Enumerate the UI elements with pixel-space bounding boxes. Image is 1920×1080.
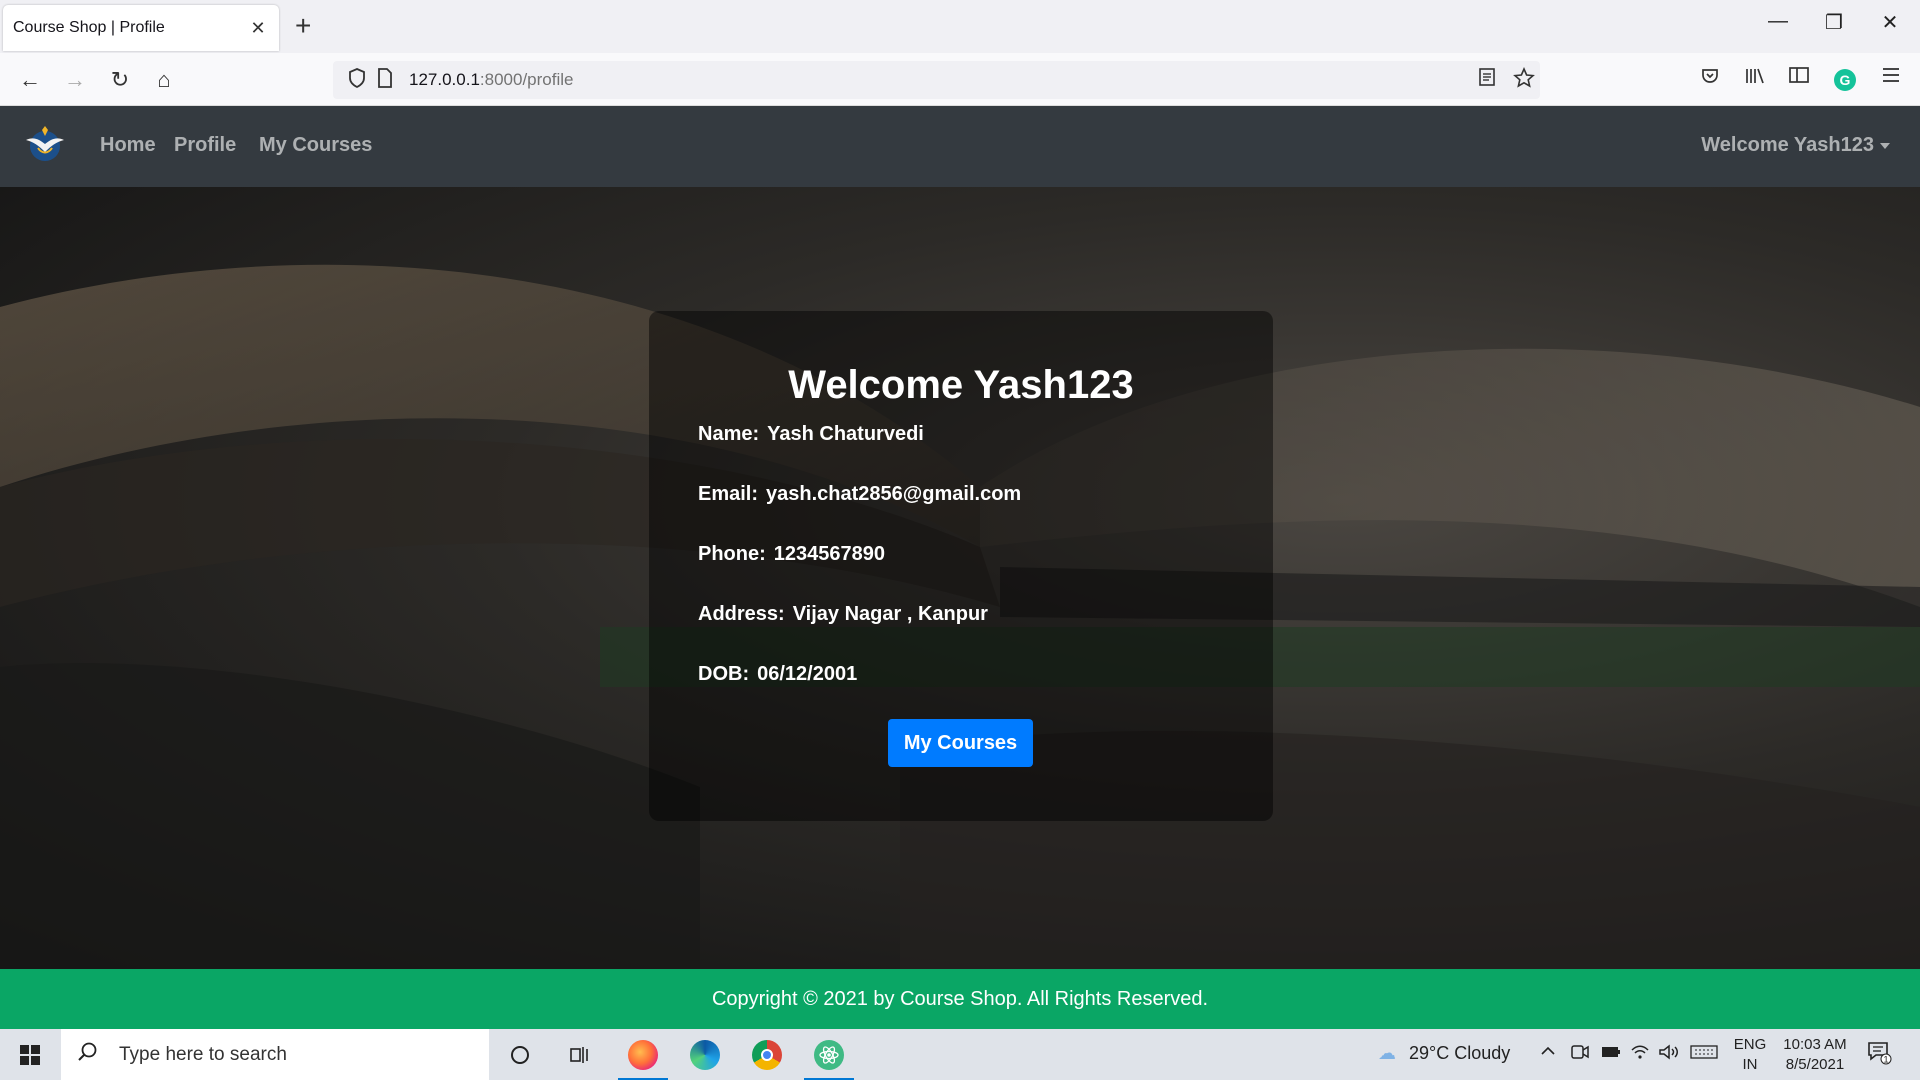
- browser-tab-bar: Course Shop | Profile ✕ + — ❐ ✕: [0, 0, 1920, 53]
- edge-taskbar-icon[interactable]: [680, 1034, 730, 1076]
- cortana-icon[interactable]: [495, 1034, 545, 1076]
- meet-now-icon[interactable]: [1570, 1043, 1590, 1066]
- hero-background: Welcome Yash123 Name: Yash Chaturvedi Ema…: [0, 187, 1920, 969]
- reload-icon[interactable]: ↻: [104, 65, 136, 95]
- menu-icon[interactable]: [1876, 66, 1906, 90]
- taskbar-search-box[interactable]: Type here to search: [61, 1029, 489, 1080]
- grammarly-extension-icon[interactable]: G: [1834, 69, 1856, 91]
- notification-center-icon[interactable]: 1: [1866, 1039, 1892, 1071]
- email-value: yash.chat2856@gmail.com: [766, 483, 1022, 505]
- profile-card: Welcome Yash123 Name: Yash Chaturvedi Ema…: [649, 311, 1273, 821]
- atom-taskbar-icon[interactable]: [804, 1034, 854, 1080]
- nav-my-courses-link[interactable]: My Courses: [259, 134, 372, 157]
- notification-count: 1: [1883, 1055, 1888, 1065]
- tab-close-icon[interactable]: ✕: [247, 18, 269, 39]
- profile-email-row: Email: yash.chat2856@gmail.com: [698, 483, 1021, 506]
- language-code: ENG: [1733, 1036, 1767, 1053]
- browser-toolbar: ← → ↻ ⌂ 127.0.0.1:8000/profile: [0, 53, 1920, 106]
- dob-value: 06/12/2001: [757, 663, 858, 685]
- nav-profile-link[interactable]: Profile: [174, 134, 236, 157]
- reader-view-icon[interactable]: [1478, 67, 1496, 93]
- forward-icon[interactable]: →: [59, 65, 91, 95]
- site-navbar: Home Profile My Courses Welcome Yash123: [0, 106, 1920, 187]
- start-button[interactable]: [0, 1029, 60, 1080]
- windows-taskbar: Type here to search ☁ 29°C Cloudy ENG IN…: [0, 1029, 1920, 1080]
- web-page: Home Profile My Courses Welcome Yash123: [0, 106, 1920, 1029]
- my-courses-button[interactable]: My Courses: [888, 719, 1033, 767]
- address-value: Vijay Nagar , Kanpur: [792, 603, 988, 625]
- caret-down-icon: [1880, 142, 1890, 149]
- taskbar-clock[interactable]: 10:03 AM 8/5/2021: [1775, 1035, 1855, 1075]
- windows-logo-icon: [20, 1044, 40, 1065]
- profile-address-row: Address: Vijay Nagar , Kanpur: [698, 603, 988, 626]
- chrome-taskbar-icon[interactable]: [742, 1034, 792, 1076]
- bookmark-star-icon[interactable]: [1513, 66, 1535, 95]
- pocket-icon[interactable]: [1695, 66, 1725, 92]
- name-value: Yash Chaturvedi: [767, 423, 924, 445]
- phone-label: Phone:: [698, 543, 766, 565]
- search-placeholder: Type here to search: [119, 1043, 287, 1065]
- site-footer: Copyright © 2021 by Course Shop. All Rig…: [0, 969, 1920, 1029]
- email-label: Email:: [698, 483, 759, 505]
- user-menu-dropdown[interactable]: Welcome Yash123: [1701, 134, 1890, 157]
- clock-time: 10:03 AM: [1783, 1036, 1847, 1053]
- keyboard-icon[interactable]: [1690, 1043, 1718, 1066]
- profile-phone-row: Phone: 1234567890: [698, 543, 885, 566]
- profile-dob-row: DOB: 06/12/2001: [698, 663, 857, 686]
- address-label: Address:: [698, 603, 785, 625]
- profile-title: Welcome Yash123: [788, 363, 1134, 407]
- restore-button[interactable]: ❐: [1814, 10, 1854, 35]
- dob-label: DOB:: [698, 663, 750, 685]
- home-icon[interactable]: ⌂: [148, 65, 180, 95]
- url-text[interactable]: 127.0.0.1:8000/profile: [409, 70, 573, 90]
- minimize-button[interactable]: —: [1758, 10, 1798, 33]
- region-code: IN: [1742, 1056, 1758, 1073]
- profile-name-row: Name: Yash Chaturvedi: [698, 423, 924, 446]
- back-icon[interactable]: ←: [14, 65, 46, 95]
- volume-icon[interactable]: [1658, 1043, 1680, 1066]
- wifi-icon[interactable]: [1630, 1043, 1650, 1066]
- clock-date: 8/5/2021: [1785, 1056, 1845, 1073]
- name-label: Name:: [698, 423, 760, 445]
- tab-title: Course Shop | Profile: [13, 19, 165, 36]
- nav-home-link[interactable]: Home: [100, 134, 156, 157]
- battery-icon[interactable]: [1600, 1043, 1622, 1066]
- task-view-icon[interactable]: [555, 1034, 605, 1076]
- page-icon: [371, 67, 399, 93]
- library-icon[interactable]: [1740, 66, 1770, 92]
- phone-value: 1234567890: [773, 543, 886, 565]
- footer-copyright: Copyright © 2021 by Course Shop. All Rig…: [711, 987, 1209, 1010]
- browser-tab[interactable]: Course Shop | Profile ✕: [3, 5, 279, 51]
- site-logo[interactable]: [24, 122, 66, 164]
- sidebar-icon[interactable]: [1784, 66, 1814, 90]
- show-hidden-icons-icon[interactable]: [1540, 1043, 1556, 1064]
- url-bar[interactable]: 127.0.0.1:8000/profile: [333, 61, 1540, 99]
- user-menu-label: Welcome Yash123: [1701, 134, 1874, 156]
- language-indicator[interactable]: ENG IN: [1730, 1035, 1770, 1075]
- weather-widget[interactable]: ☁ 29°C Cloudy: [1378, 1043, 1510, 1064]
- firefox-taskbar-icon[interactable]: [618, 1034, 668, 1080]
- new-tab-button[interactable]: +: [295, 12, 311, 40]
- close-window-button[interactable]: ✕: [1870, 10, 1910, 35]
- search-icon: [75, 1041, 99, 1069]
- weather-text: 29°C Cloudy: [1409, 1043, 1511, 1063]
- cloud-icon: ☁: [1378, 1043, 1396, 1063]
- shield-icon[interactable]: [343, 67, 371, 93]
